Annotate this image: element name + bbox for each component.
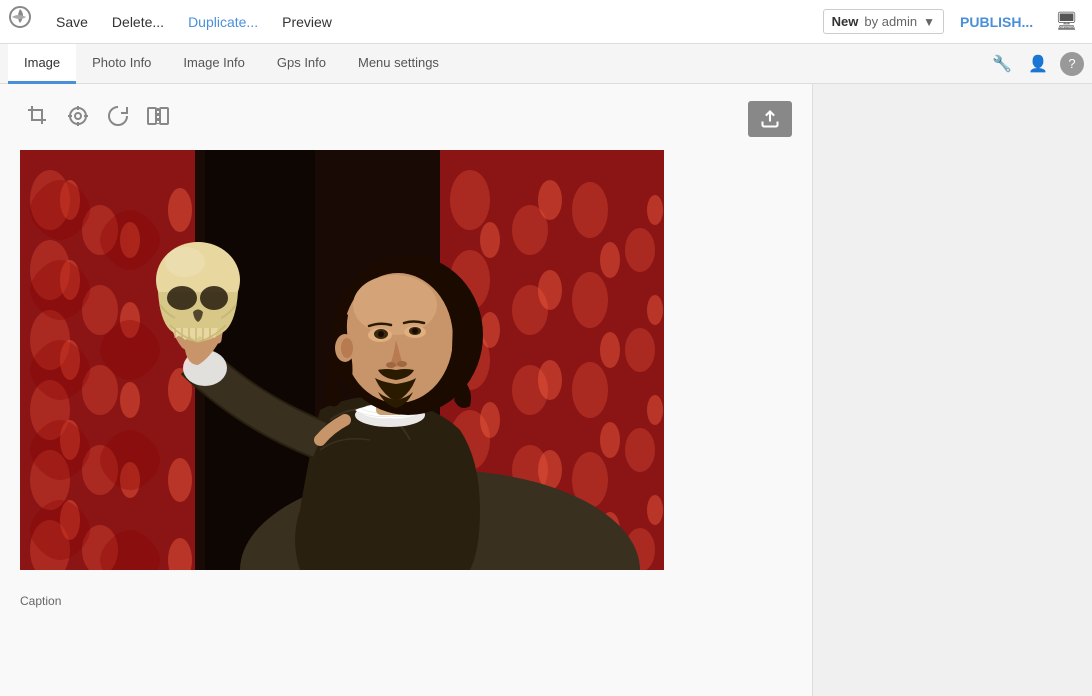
tab-image-info[interactable]: Image Info xyxy=(167,44,260,84)
tab-photo-info[interactable]: Photo Info xyxy=(76,44,167,84)
preview-button[interactable]: Preview xyxy=(272,8,342,36)
rotate-tool-button[interactable] xyxy=(100,100,136,138)
image-toolbar xyxy=(20,100,792,138)
top-toolbar: Save Delete... Duplicate... Preview New … xyxy=(0,0,1092,44)
painting-svg xyxy=(20,150,664,570)
tabs-icon-area: 🔧 👤 ? xyxy=(988,50,1084,78)
status-new-label: New xyxy=(832,14,859,29)
focus-tool-button[interactable] xyxy=(60,100,96,138)
save-button[interactable]: Save xyxy=(46,8,98,36)
status-area: New by admin ▼ xyxy=(823,9,944,34)
monitor-icon: 🖥 xyxy=(1049,5,1084,38)
tab-gps-info[interactable]: Gps Info xyxy=(261,44,342,84)
status-by-label: by admin xyxy=(864,14,917,29)
help-icon-button[interactable]: ? xyxy=(1060,52,1084,76)
content-area: Caption xyxy=(0,84,812,696)
right-sidebar xyxy=(812,84,1092,696)
settings-icon-button[interactable]: 🔧 xyxy=(988,50,1016,78)
crop-tool-button[interactable] xyxy=(20,100,56,138)
caption-area: Caption xyxy=(20,590,792,608)
duplicate-button[interactable]: Duplicate... xyxy=(178,8,268,36)
tabs-bar: Image Photo Info Image Info Gps Info Men… xyxy=(0,44,1092,84)
upload-button[interactable] xyxy=(748,101,792,137)
caption-label: Caption xyxy=(20,594,792,608)
delete-button[interactable]: Delete... xyxy=(102,8,174,36)
publish-button[interactable]: PUBLISH... xyxy=(948,8,1045,36)
image-display xyxy=(20,150,664,570)
tab-menu-settings[interactable]: Menu settings xyxy=(342,44,455,84)
flip-tool-button[interactable] xyxy=(140,100,176,138)
tab-image[interactable]: Image xyxy=(8,44,76,84)
user-icon-button[interactable]: 👤 xyxy=(1024,50,1052,78)
app-logo xyxy=(8,5,42,38)
status-chevron-button[interactable]: ▼ xyxy=(923,15,935,29)
main-content: Caption xyxy=(0,84,1092,696)
